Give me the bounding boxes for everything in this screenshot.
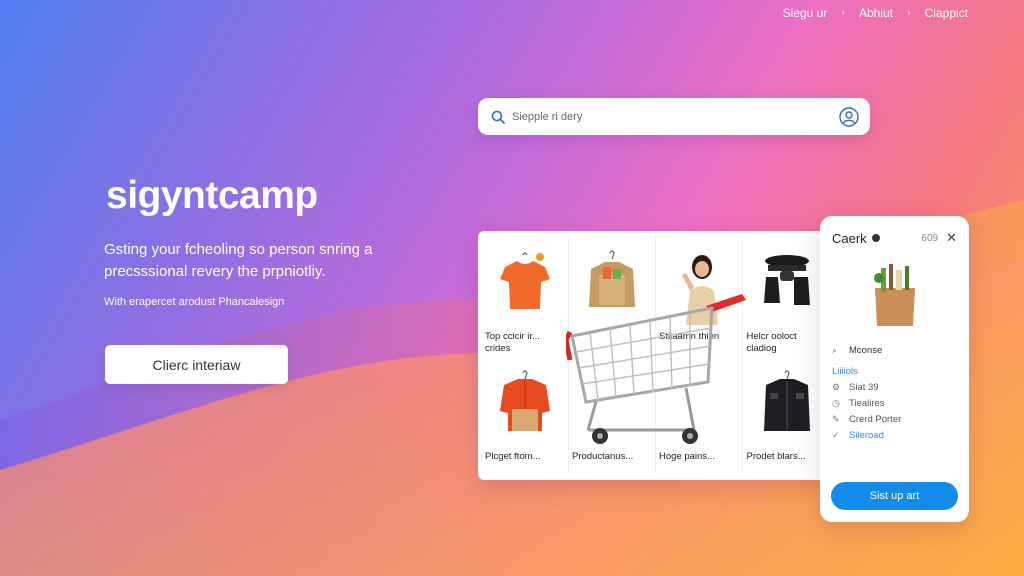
menu-label: Liiiiols [832,365,858,377]
product-label: Top ccicir ir... crides [485,331,540,354]
chevron-right-icon: › [841,7,845,19]
info-icon [871,234,880,242]
cart-price: 609 [921,232,939,244]
chevron-right-icon: › [906,7,911,19]
cart-title: Caerk [832,230,867,246]
menu-item[interactable]: Liiiiols [832,363,957,379]
nav-link-3[interactable]: Ciappict [925,6,968,20]
close-icon[interactable]: ✕ [946,230,957,246]
menu-label: Tiealires [849,397,885,409]
orange-tshirt-icon [500,252,550,309]
menu-item[interactable]: ✎ Crerd Porter [832,411,957,427]
cart-menu: ⌕ Mconse Liiiiols ⚙ Siat 39 ◷ Tiealires … [832,342,957,443]
clock-icon: ◷ [832,397,840,408]
product-card[interactable]: Prodet blars... [743,355,830,472]
menu-label: Crerd Porter [849,413,902,425]
cta-button[interactable]: Clierc interiaw [105,345,288,384]
nav-link-1[interactable]: Siegu ur [783,6,828,20]
hero-subline: With erapercet arodust Phancalesign [104,296,285,308]
search-icon: ⌕ [832,344,838,355]
product-label: Prodet blars... [746,451,806,462]
product-card[interactable]: Helcr ooloct cladiog [743,235,830,355]
black-bags-icon [763,255,810,305]
cart-header: Caerk 609 ✕ [832,230,957,246]
hero-tagline: Gsting your fcheoling so person snring a… [104,241,373,280]
product-label: Helcr ooloct cladiog [746,331,797,354]
product-card[interactable]: Top ccicir ir... crides [482,235,569,355]
brand-title: sigyntcamp [106,174,318,217]
signup-button[interactable]: Sist up art [831,482,958,510]
red-jacket-icon [500,370,550,431]
top-nav: Siegu ur › Abhiut › Ciappict [783,6,968,20]
menu-label: Siat 39 [849,381,879,393]
cart-panel: Caerk 609 ✕ ⌕ Mconse Liiiiols ⚙ Siat 39 … [820,216,969,522]
product-label: Productanus... [572,451,634,462]
search-icon [491,110,505,124]
product-label: Plcget ftom... [485,451,541,462]
nav-link-2[interactable]: Abhiut [859,6,893,20]
menu-item[interactable]: ⚙ Siat 39 [832,379,957,395]
check-icon: ✓ [832,429,840,440]
menu-item[interactable]: ◷ Tiealires [832,395,957,411]
menu-label: Mconse [849,344,883,356]
search-input[interactable] [512,110,838,123]
product-card[interactable]: Plcget ftom... [482,355,569,472]
search-bar [478,98,870,135]
black-shirt-icon [763,370,810,431]
menu-item[interactable]: ✓ Sileroad [832,427,957,443]
menu-label: Sileroad [849,429,884,441]
grocery-bag-icon [873,264,915,326]
gear-icon: ⚙ [832,381,841,392]
menu-item[interactable]: ⌕ Mconse [832,342,957,358]
product-label: Hoge pains... [659,451,715,462]
shopping-cart-icon [566,294,746,444]
user-icon[interactable] [838,106,860,128]
edit-icon: ✎ [832,413,840,424]
